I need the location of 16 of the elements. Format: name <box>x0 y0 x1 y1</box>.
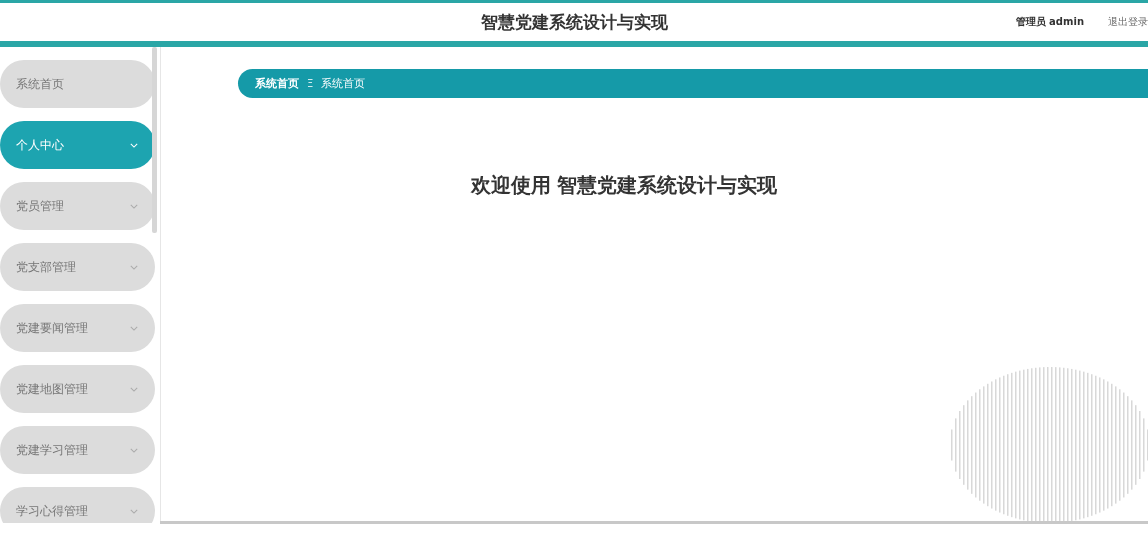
breadcrumb-separator: Ξ <box>307 78 314 89</box>
breadcrumb-link[interactable]: 系统首页 <box>255 76 299 91</box>
menu-item[interactable]: 学习心得管理 <box>0 487 155 523</box>
menu-item[interactable]: 党支部管理 <box>0 243 155 291</box>
menu-item[interactable]: 党员管理 <box>0 182 155 230</box>
welcome-heading: 欢迎使用 智慧党建系统设计与实现 <box>469 172 779 199</box>
logout-link[interactable]: 退出登录 <box>1108 15 1148 29</box>
menu-item[interactable]: 党建学习管理 <box>0 426 155 474</box>
app-title: 智慧党建系统设计与实现 <box>480 10 668 34</box>
menu-item[interactable]: 党建地图管理 <box>0 365 155 413</box>
breadcrumb-link[interactable]: 系统首页 <box>321 76 366 91</box>
menu-item[interactable]: 系统首页 <box>0 60 155 108</box>
menu-item[interactable]: 党建要闻管理 <box>0 304 155 352</box>
user-label: 管理员 admin <box>1015 15 1084 29</box>
menu-item[interactable]: 个人中心 <box>0 121 155 169</box>
scrollbar[interactable] <box>152 47 157 233</box>
